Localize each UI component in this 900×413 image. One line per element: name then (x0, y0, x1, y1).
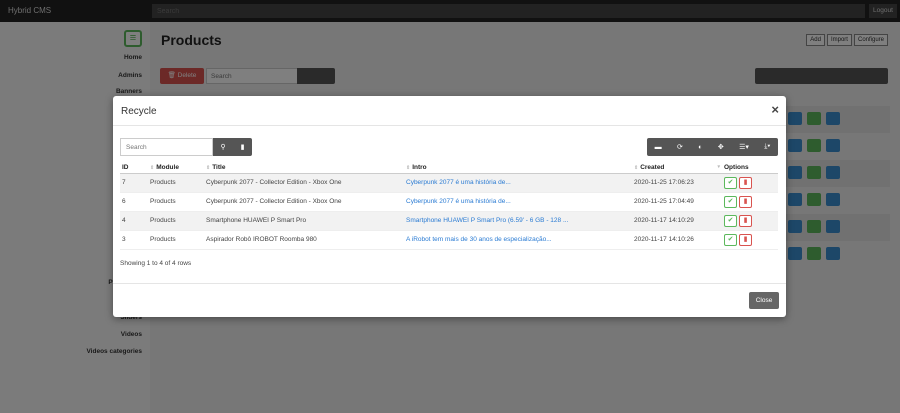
col-header-title[interactable]: ⇕ Title (204, 162, 404, 174)
intro-link[interactable]: Cyberpunk 2077 é uma história de... (406, 179, 511, 186)
export-icon[interactable]: ⤓▾ (764, 143, 770, 151)
cell-options: ✔ ▮ (722, 192, 778, 212)
table-row[interactable]: 3 Products Aspirador Robô IROBOT Roomba 98… (120, 230, 778, 250)
restore-icon[interactable]: ✔ (724, 233, 737, 246)
cell-title: Smartphone HUAWEI P Smart Pro (204, 211, 404, 231)
minimize-icon[interactable]: ▬ (655, 144, 662, 151)
trash-icon[interactable]: ▮ (739, 214, 752, 227)
cell-intro: Cyberpunk 2077 é uma história de... (404, 173, 632, 193)
table-row[interactable]: 4 Products Smartphone HUAWEI P Smart Pro Sm… (120, 211, 778, 231)
recycle-search-input[interactable] (120, 138, 213, 156)
pagination-info: Showing 1 to 4 of 4 rows (120, 260, 192, 267)
divider (113, 125, 786, 126)
cell-intro: Smartphone HUAWEI P Smart Pro (6.59' - 6… (404, 211, 632, 231)
cell-module: Products (148, 192, 204, 212)
cell-title: Cyberpunk 2077 - Collector Edition - Xbo… (204, 173, 404, 193)
cell-title: Aspirador Robô IROBOT Roomba 980 (204, 230, 404, 250)
cell-created: 2020-11-25 17:06:23 (632, 173, 722, 193)
cell-intro: Cyberpunk 2077 é uma história de... (404, 192, 632, 212)
divider (113, 283, 786, 284)
cell-id: 4 (120, 211, 148, 231)
cell-module: Products (148, 173, 204, 193)
columns-icon[interactable]: ☰▾ (739, 143, 749, 151)
intro-link[interactable]: Smartphone HUAWEI P Smart Pro (6.59' - 6… (406, 217, 568, 224)
cell-title: Cyberpunk 2077 - Collector Edition - Xbo… (204, 192, 404, 212)
trash-icon[interactable]: ▮ (241, 143, 245, 151)
col-header-id[interactable]: ID (120, 162, 148, 174)
trash-icon[interactable]: ▮ (739, 195, 752, 208)
table-row[interactable]: 7 Products Cyberpunk 2077 - Collector Edit… (120, 173, 778, 193)
cell-created: 2020-11-25 17:04:49 (632, 192, 722, 212)
cell-intro: A iRobot tem mais de 30 anos de especial… (404, 230, 632, 250)
cell-id: 6 (120, 192, 148, 212)
table-toolbar: ▬ ⟳ ◐ ✥ ☰▾ ⤓▾ (647, 138, 778, 156)
close-button[interactable]: Close (749, 292, 779, 309)
recycle-table: ID ⇕ Module ⇕ Title ⇕ Intro ⇕ Created ▾ Opti… (120, 162, 778, 250)
intro-link[interactable]: Cyberpunk 2077 é uma história de... (406, 198, 511, 205)
restore-icon[interactable]: ✔ (724, 195, 737, 208)
restore-icon[interactable]: ✔ (724, 176, 737, 189)
col-header-intro[interactable]: ⇕ Intro (404, 162, 632, 174)
modal-title: Recycle (121, 106, 157, 117)
cell-created: 2020-11-17 14:10:26 (632, 230, 722, 250)
trash-icon[interactable]: ▮ (739, 233, 752, 246)
table-row[interactable]: 6 Products Cyberpunk 2077 - Collector Edit… (120, 192, 778, 212)
cell-created: 2020-11-17 14:10:29 (632, 211, 722, 231)
cell-module: Products (148, 211, 204, 231)
cell-id: 3 (120, 230, 148, 250)
cell-options: ✔ ▮ (722, 211, 778, 231)
trash-icon[interactable]: ▮ (739, 176, 752, 189)
search-button-group: ⚲ ▮ (213, 138, 252, 156)
recycle-modal: Recycle × ⚲ ▮ ▬ ⟳ ◐ ✥ ☰▾ ⤓▾ ID ⇕Module ⇕… (113, 96, 786, 317)
search-icon[interactable]: ⚲ (221, 143, 226, 151)
intro-link[interactable]: A iRobot tem mais de 30 anos de especial… (406, 236, 552, 243)
toggle-icon[interactable]: ◐ (698, 144, 702, 151)
col-header-created[interactable]: ⇕ Created ▾ (632, 162, 722, 174)
fullscreen-icon[interactable]: ✥ (718, 143, 724, 151)
cell-options: ✔ ▮ (722, 173, 778, 193)
restore-icon[interactable]: ✔ (724, 214, 737, 227)
close-icon[interactable]: × (771, 102, 779, 117)
cell-options: ✔ ▮ (722, 230, 778, 250)
cell-id: 7 (120, 173, 148, 193)
refresh-icon[interactable]: ⟳ (677, 143, 683, 151)
cell-module: Products (148, 230, 204, 250)
col-header-module[interactable]: ⇕ Module (148, 162, 204, 174)
col-header-options: Options (722, 162, 778, 174)
